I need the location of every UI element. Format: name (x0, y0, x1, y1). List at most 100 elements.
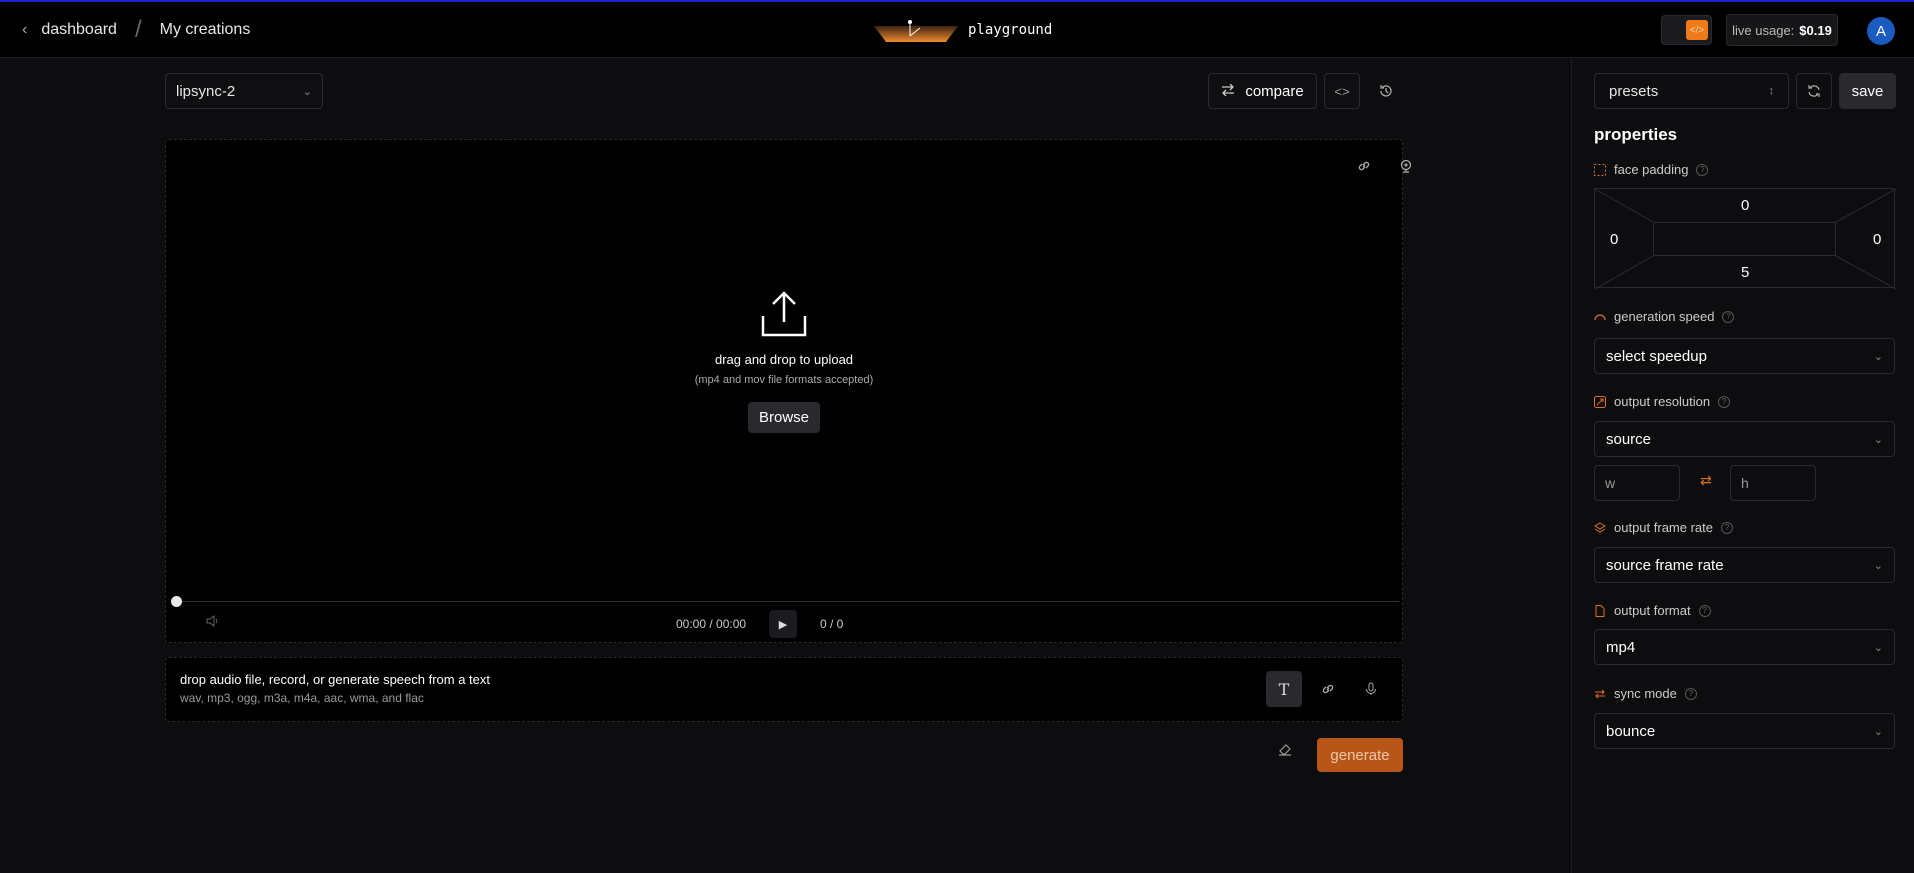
sync-mode-select[interactable]: bounce ⌄ (1594, 713, 1895, 749)
breadcrumb-current[interactable]: My creations (160, 21, 251, 39)
live-usage-badge: live usage: $0.19 (1726, 14, 1838, 46)
video-drop-zone[interactable]: drag and drop to upload (mp4 and mov fil… (165, 139, 1412, 643)
properties-title: properties (1594, 125, 1678, 144)
output-format-label: output format ? (1594, 603, 1711, 618)
history-icon (1380, 85, 1392, 97)
layers-icon (1594, 521, 1606, 534)
help-icon[interactable]: ? (1722, 310, 1735, 323)
generate-button[interactable]: generate (1317, 738, 1403, 772)
presets-label: presets (1609, 82, 1659, 100)
output-format-text: output format (1614, 603, 1691, 618)
output-resolution-text: output resolution (1614, 394, 1711, 409)
refresh-icon (1808, 85, 1820, 97)
chevron-down-icon: ⌄ (1873, 350, 1883, 363)
avatar[interactable]: A (1867, 17, 1895, 45)
compare-label: compare (1245, 82, 1304, 100)
microphone-icon (1366, 682, 1376, 695)
sync-mode-label: sync mode ? (1594, 686, 1697, 701)
generation-speed-label: generation speed ? (1594, 309, 1735, 324)
chevron-left-icon[interactable]: ‹ (22, 21, 27, 39)
upload-prompt: drag and drop to upload (mp4 and mov fil… (166, 290, 1402, 433)
play-icon: ▶ (778, 618, 788, 631)
history-button[interactable] (1368, 73, 1404, 109)
padding-top-input[interactable]: 0 (1741, 197, 1749, 214)
scrub-handle[interactable] (171, 596, 182, 607)
presets-select[interactable]: presets ↕ (1594, 73, 1789, 109)
padding-bottom-input[interactable]: 5 (1741, 264, 1749, 281)
output-frame-rate-label: output frame rate ? (1594, 520, 1733, 535)
audio-drop-zone[interactable]: drop audio file, record, or generate spe… (165, 657, 1403, 722)
audio-title: drop audio file, record, or generate spe… (180, 672, 491, 687)
output-format-select[interactable]: mp4 ⌄ (1594, 629, 1895, 665)
padding-right-input[interactable]: 0 (1873, 231, 1881, 248)
model-select[interactable]: lipsync-2 ⌄ (165, 73, 323, 109)
save-button[interactable]: save (1839, 73, 1896, 109)
breadcrumb-separator: / (134, 16, 142, 43)
properties-sidebar: presets ↕ save properties face padding ?… (1571, 59, 1914, 873)
text-icon: T (1278, 679, 1290, 699)
face-padding-label: face padding ? (1594, 162, 1709, 177)
main-area: lipsync-2 ⌄ compare <> drag and drop to … (0, 59, 1571, 873)
dashed-square-icon (1594, 163, 1606, 176)
volume-icon[interactable] (206, 615, 220, 630)
face-padding-inner (1653, 222, 1836, 256)
width-input[interactable]: w (1594, 465, 1680, 501)
help-icon[interactable]: ? (1684, 687, 1697, 700)
timeline-track[interactable] (171, 596, 1399, 607)
swap-dimensions-icon[interactable]: ⇄ (1700, 472, 1712, 489)
breadcrumb: ‹ dashboard / My creations (22, 2, 250, 58)
chevron-down-icon: ⌄ (1873, 641, 1883, 654)
face-padding-text: face padding (1614, 162, 1689, 177)
output-frame-rate-text: output frame rate (1614, 520, 1713, 535)
generation-speed-text: generation speed (1614, 309, 1715, 324)
record-button[interactable] (1353, 671, 1389, 707)
audio-formats: wav, mp3, ogg, m3a, m4a, aac, wma, and f… (180, 691, 424, 705)
upload-hint: (mp4 and mov file formats accepted) (694, 374, 874, 386)
sync-mode-value: bounce (1606, 722, 1656, 740)
output-frame-rate-select[interactable]: source frame rate ⌄ (1594, 547, 1895, 583)
browse-button[interactable]: Browse (747, 402, 821, 433)
generation-speed-value: select speedup (1606, 347, 1707, 365)
file-icon (1594, 604, 1606, 617)
top-bar: ‹ dashboard / My creations playground </… (0, 2, 1914, 58)
generation-speed-select[interactable]: select speedup ⌄ (1594, 338, 1895, 374)
eraser-icon[interactable] (1278, 742, 1292, 761)
output-format-value: mp4 (1606, 638, 1636, 656)
code-brackets-icon: <> (1334, 83, 1350, 99)
play-button[interactable]: ▶ (769, 610, 797, 638)
usage-value: $0.19 (1799, 22, 1832, 38)
reset-presets-button[interactable] (1796, 73, 1832, 109)
output-frame-rate-value: source frame rate (1606, 556, 1724, 574)
frame-count: 0 / 0 (820, 617, 844, 631)
chevron-updown-icon: ↕ (1768, 85, 1775, 97)
help-icon[interactable]: ? (1696, 163, 1709, 176)
output-resolution-value: source (1606, 430, 1652, 448)
code-icon: </> (1686, 20, 1708, 40)
link-icon (1322, 684, 1334, 694)
text-to-speech-button[interactable]: T (1266, 671, 1302, 707)
model-select-value: lipsync-2 (176, 82, 236, 100)
face-padding-box: 0 0 0 5 (1594, 188, 1896, 289)
time-readout: 00:00 / 00:00 (676, 617, 747, 631)
chevron-down-icon: ⌄ (1873, 725, 1883, 738)
resize-icon (1594, 395, 1606, 408)
audio-link-button[interactable] (1310, 671, 1346, 707)
dashboard-link[interactable]: dashboard (41, 21, 117, 39)
compare-button[interactable]: compare (1208, 73, 1317, 109)
repeat-icon (1594, 688, 1606, 700)
brand-title: playground (968, 22, 1053, 38)
code-view-button[interactable]: <> (1324, 73, 1360, 109)
help-icon[interactable]: ? (1718, 395, 1731, 408)
chevron-down-icon: ⌄ (302, 85, 312, 98)
output-resolution-select[interactable]: source ⌄ (1594, 421, 1895, 457)
gauge-icon (1594, 311, 1606, 323)
output-resolution-label: output resolution ? (1594, 394, 1731, 409)
help-icon[interactable]: ? (1698, 604, 1711, 617)
padding-left-input[interactable]: 0 (1610, 231, 1618, 248)
webcam-icon[interactable] (1394, 154, 1418, 178)
help-icon[interactable]: ? (1721, 521, 1733, 534)
theme-toggle[interactable]: </> (1661, 15, 1712, 45)
link-icon[interactable] (1352, 154, 1376, 178)
height-input[interactable]: h (1730, 465, 1816, 501)
upload-title: drag and drop to upload (714, 352, 854, 367)
